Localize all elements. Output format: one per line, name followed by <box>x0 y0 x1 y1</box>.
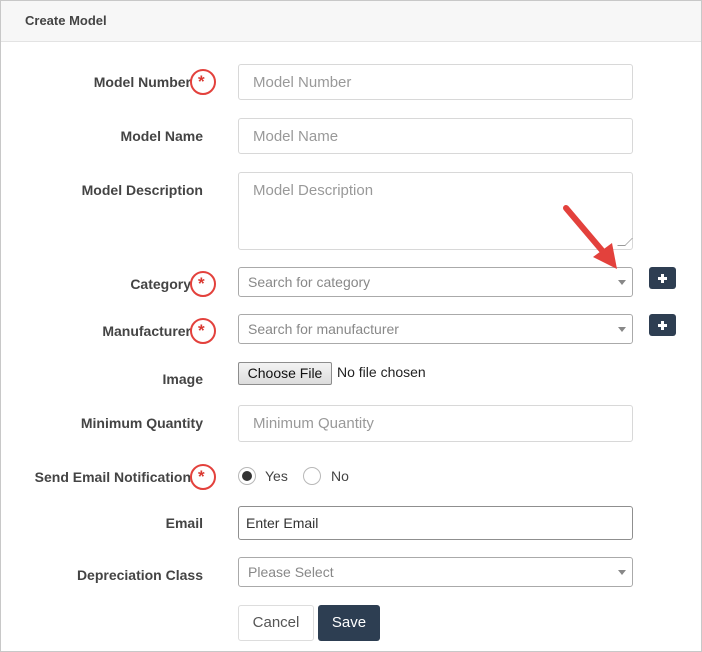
send-email-label: Send Email Notification <box>34 469 191 485</box>
required-marker: * <box>190 318 216 344</box>
manufacturer-select[interactable]: Search for manufacturer <box>238 314 633 344</box>
choose-file-button[interactable]: Choose File <box>238 362 332 385</box>
depreciation-class-placeholder: Please Select <box>248 564 334 580</box>
minimum-quantity-label: Minimum Quantity <box>80 415 203 431</box>
email-input[interactable]: Enter Email <box>238 506 633 540</box>
model-name-placeholder: Model Name <box>253 128 339 145</box>
red-arrow-icon <box>563 205 617 269</box>
minimum-quantity-placeholder: Minimum Quantity <box>253 415 374 432</box>
model-description-label: Model Description <box>81 182 203 198</box>
email-label: Email <box>165 515 203 531</box>
send-email-yes-radio[interactable] <box>238 467 256 485</box>
dropdown-caret-icon <box>618 570 626 575</box>
depreciation-class-label: Depreciation Class <box>76 567 203 583</box>
model-name-input[interactable]: Model Name <box>238 118 633 154</box>
image-label: Image <box>162 371 203 387</box>
cancel-button[interactable]: Cancel <box>238 605 314 641</box>
model-number-label: Model Number <box>93 74 191 90</box>
file-status: No file chosen <box>337 364 426 380</box>
model-description-placeholder: Model Description <box>253 182 374 199</box>
minimum-quantity-input[interactable]: Minimum Quantity <box>238 405 633 442</box>
panel-title: Create Model <box>25 13 107 28</box>
add-manufacturer-button[interactable] <box>649 314 676 336</box>
send-email-yes-label: Yes <box>265 468 288 484</box>
required-marker: * <box>190 69 216 95</box>
model-number-placeholder: Model Number <box>253 74 352 91</box>
dropdown-caret-icon <box>618 280 626 285</box>
create-model-panel: Create Model Model Number * Model Number… <box>0 0 702 652</box>
email-value: Enter Email <box>246 515 319 531</box>
category-label: Category <box>130 276 191 292</box>
send-email-no-radio[interactable] <box>303 467 321 485</box>
depreciation-class-select[interactable]: Please Select <box>238 557 633 587</box>
model-name-label: Model Name <box>120 128 203 144</box>
manufacturer-placeholder: Search for manufacturer <box>248 321 399 337</box>
manufacturer-label: Manufacturer <box>102 323 191 339</box>
add-category-button[interactable] <box>649 267 676 289</box>
category-placeholder: Search for category <box>248 274 371 290</box>
model-number-input[interactable]: Model Number <box>238 64 633 100</box>
required-marker: * <box>190 271 216 297</box>
send-email-no-label: No <box>331 468 349 484</box>
dropdown-caret-icon <box>618 327 626 332</box>
required-marker: * <box>190 464 216 490</box>
panel-header: Create Model <box>1 1 701 42</box>
save-button[interactable]: Save <box>318 605 380 641</box>
